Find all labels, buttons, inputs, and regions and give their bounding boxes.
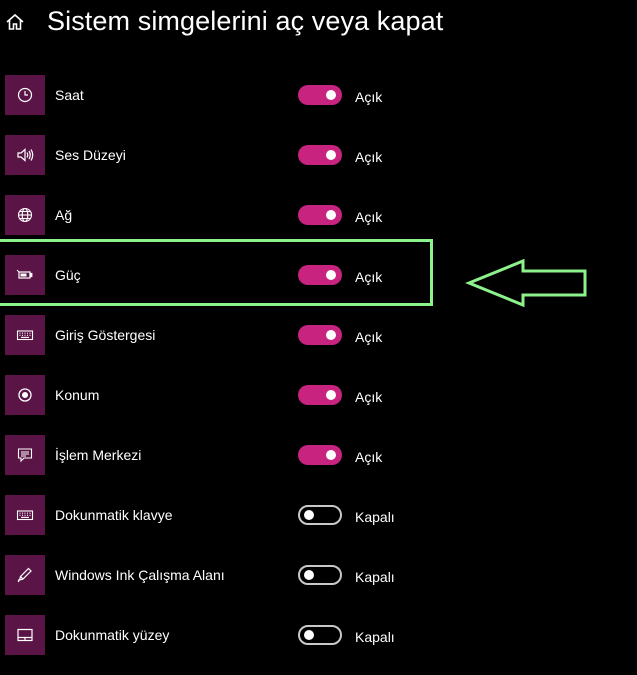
highlight-box [0, 239, 433, 306]
clock-icon-tile [5, 75, 45, 115]
toggle-state-text: Açık [355, 149, 383, 165]
toggle-knob [304, 570, 314, 580]
toggle-state-text: Açık [355, 209, 383, 225]
toggle-knob [326, 450, 336, 460]
toggle-knob [326, 330, 336, 340]
setting-label: Konum [55, 387, 100, 403]
dokunmatik-klavye-toggle[interactable] [298, 505, 342, 525]
location-icon-tile [5, 375, 45, 415]
setting-label: Ses Düzeyi [55, 147, 126, 163]
action-center-icon [17, 448, 33, 463]
setting-label: Dokunmatik yüzey [55, 627, 170, 643]
islem-merkezi-toggle[interactable] [298, 445, 342, 465]
clock-icon [17, 87, 33, 103]
setting-label: Ağ [55, 207, 73, 223]
pen-icon [17, 567, 32, 583]
toggle-state-text: Kapalı [355, 509, 395, 525]
ag-toggle[interactable] [298, 205, 342, 225]
setting-row-dokunmatik-yuzey: Dokunmatik yüzey Kapalı [0, 615, 637, 675]
keyboard-icon [16, 330, 34, 341]
toggle-state-text: Kapalı [355, 569, 395, 585]
keyboard-icon-tile [5, 315, 45, 355]
home-icon[interactable] [5, 12, 25, 32]
location-icon [18, 388, 32, 402]
touch-keyboard-icon-tile [5, 495, 45, 535]
touchpad-icon-tile [5, 615, 45, 655]
speaker-icon-tile [5, 135, 45, 175]
setting-row-konum: Konum Açık [0, 375, 637, 435]
setting-row-saat: Saat Açık [0, 75, 637, 135]
speaker-icon [17, 148, 34, 162]
toggle-state-text: Açık [355, 329, 383, 345]
toggle-knob [326, 390, 336, 400]
page-title: Sistem simgelerini aç veya kapat [47, 6, 444, 36]
giris-gostergesi-toggle[interactable] [298, 325, 342, 345]
setting-label: İşlem Merkezi [55, 447, 142, 463]
touch-keyboard-icon [16, 510, 34, 521]
ses-duzeyi-toggle[interactable] [298, 145, 342, 165]
toggle-state-text: Açık [355, 449, 383, 465]
toggle-state-text: Açık [355, 389, 383, 405]
action-center-icon-tile [5, 435, 45, 475]
globe-icon [17, 207, 33, 223]
left-arrow-icon [465, 258, 587, 308]
windows-ink-toggle[interactable] [298, 565, 342, 585]
toggle-knob [326, 210, 336, 220]
toggle-knob [326, 150, 336, 160]
setting-row-ses-duzeyi: Ses Düzeyi Açık [0, 135, 637, 195]
toggle-state-text: Kapalı [355, 629, 395, 645]
setting-label: Dokunmatik klavye [55, 507, 173, 523]
header: Sistem simgelerini aç veya kapat [0, 0, 637, 50]
setting-row-dokunmatik-klavye: Dokunmatik klavye Kapalı [0, 495, 637, 555]
setting-label: Giriş Göstergesi [55, 327, 156, 343]
globe-icon-tile [5, 195, 45, 235]
pen-icon-tile [5, 555, 45, 595]
setting-label: Windows Ink Çalışma Alanı [55, 567, 225, 583]
touchpad-icon [17, 628, 33, 642]
dokunmatik-yuzey-toggle[interactable] [298, 625, 342, 645]
saat-toggle[interactable] [298, 85, 342, 105]
konum-toggle[interactable] [298, 385, 342, 405]
toggle-state-text: Açık [355, 89, 383, 105]
setting-row-islem-merkezi: İşlem Merkezi Açık [0, 435, 637, 495]
toggle-knob [304, 510, 314, 520]
toggle-knob [304, 630, 314, 640]
setting-row-giris-gostergesi: Giriş Göstergesi Açık [0, 315, 637, 375]
toggle-knob [326, 90, 336, 100]
setting-label: Saat [55, 87, 84, 103]
setting-row-windows-ink: Windows Ink Çalışma Alanı Kapalı [0, 555, 637, 615]
